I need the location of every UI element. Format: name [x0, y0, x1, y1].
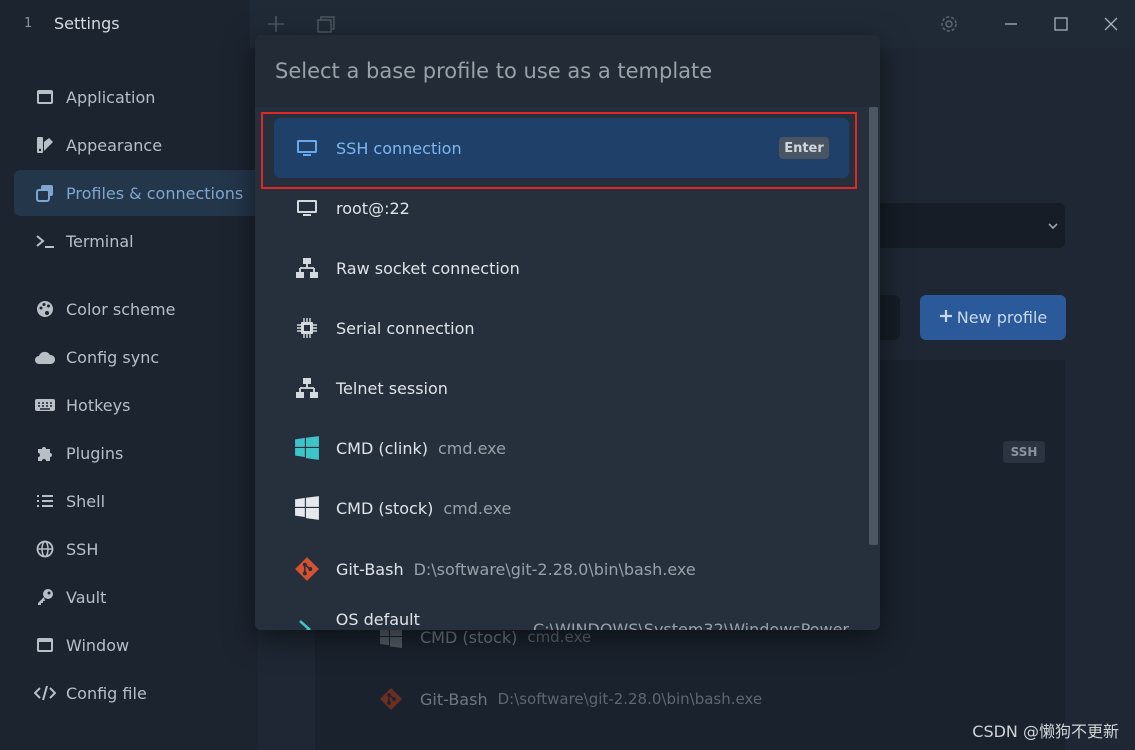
option-label: Serial connection: [336, 318, 475, 338]
chevron-down-icon: [1047, 217, 1059, 236]
option-label: CMD (clink): [336, 438, 428, 458]
tab-settings[interactable]: 1 Settings: [0, 0, 250, 48]
powershell-icon: [294, 616, 320, 630]
keyboard-icon: [34, 394, 56, 416]
option-label: OS default (PowerShell): [335, 610, 436, 630]
option-cmd-stock[interactable]: CMD (stock) cmd.exe: [274, 478, 849, 538]
sidebar-item-label: Application: [66, 87, 156, 107]
picker-header: [255, 35, 880, 107]
sidebar-item-ssh[interactable]: SSH: [14, 526, 258, 572]
sidebar-item-shell[interactable]: Shell: [14, 478, 258, 524]
option-raw-socket[interactable]: Raw socket connection: [274, 238, 849, 298]
option-sub: D:\software\git-2.28.0\bin\bash.exe: [413, 559, 696, 579]
list-item-sub: cmd.exe: [527, 628, 592, 646]
git-icon: [294, 556, 320, 582]
sidebar-item-label: Hotkeys: [66, 395, 131, 415]
option-os-default[interactable]: OS default (PowerShell) C:\WINDOWS\Syste…: [274, 599, 849, 630]
new-profile-label: New profile: [956, 308, 1048, 327]
option-git-bash[interactable]: Git-Bash D:\software\git-2.28.0\bin\bash…: [274, 539, 849, 599]
sidebar-item-appearance[interactable]: Appearance: [14, 122, 258, 168]
network-icon: [294, 375, 320, 401]
option-ssh-connection[interactable]: SSH connection Enter: [274, 118, 849, 178]
network-icon: [294, 255, 320, 281]
template-search-input[interactable]: [275, 56, 865, 86]
monitor-icon: [294, 135, 320, 161]
option-label: Git-Bash: [336, 559, 404, 579]
list-icon: [34, 490, 56, 512]
plus-icon: [939, 308, 953, 327]
code-icon: [34, 682, 56, 704]
maximize-icon[interactable]: [1049, 12, 1073, 36]
sidebar-item-window[interactable]: Window: [14, 622, 258, 668]
scrollbar-thumb[interactable]: [869, 107, 878, 545]
sidebar-item-label: Vault: [66, 587, 107, 607]
option-sub: C:\WINDOWS\System32\WindowsPower: [533, 619, 849, 631]
sidebar-item-hotkeys[interactable]: Hotkeys: [14, 382, 258, 428]
profiles-menu-icon[interactable]: [314, 12, 338, 36]
sidebar-item-label: Shell: [66, 491, 106, 511]
option-telnet[interactable]: Telnet session: [274, 358, 849, 418]
option-root-22[interactable]: root@:22: [274, 178, 849, 238]
git-icon: [378, 686, 404, 712]
terminal-icon: [34, 230, 56, 252]
sidebar-item-label: Config sync: [66, 347, 160, 367]
sidebar-item-profiles[interactable]: Profiles & connections: [14, 170, 258, 216]
watermark: CSDN @懒狗不更新: [972, 722, 1119, 741]
profile-template-picker: SSH connection Enter root@:22 Raw socket…: [255, 35, 880, 630]
monitor-icon: [294, 195, 320, 221]
sidebar-item-config-file[interactable]: Config file: [14, 670, 258, 716]
new-profile-button[interactable]: New profile: [920, 295, 1066, 340]
profile-type-select[interactable]: [870, 203, 1065, 248]
sidebar-item-plugins[interactable]: Plugins: [14, 430, 258, 476]
sidebar-item-label: Window: [66, 635, 130, 655]
option-label: Telnet session: [336, 378, 448, 398]
option-label: Raw socket connection: [336, 258, 520, 278]
option-sub: cmd.exe: [437, 438, 506, 458]
window-icon: [34, 86, 56, 108]
sidebar-item-label: Terminal: [66, 231, 134, 251]
sidebar-item-label: SSH: [66, 539, 99, 559]
chip-icon: [294, 315, 320, 341]
option-label: SSH connection: [336, 138, 462, 158]
sidebar-item-terminal[interactable]: Terminal: [14, 218, 258, 264]
windows-icon: [294, 495, 320, 521]
tab-index: 1: [24, 16, 33, 31]
option-sub: cmd.exe: [443, 498, 512, 518]
cloud-icon: [34, 346, 56, 368]
appearance-icon: [34, 134, 56, 156]
windows-icon: [294, 435, 320, 461]
option-serial[interactable]: Serial connection: [274, 298, 849, 358]
puzzle-icon: [34, 442, 56, 464]
ssh-badge: SSH: [1003, 441, 1045, 463]
palette-icon: [34, 298, 56, 320]
list-item-label: Git-Bash: [420, 689, 488, 709]
gear-icon[interactable]: [937, 12, 961, 36]
sidebar-item-config-sync[interactable]: Config sync: [14, 334, 258, 380]
enter-key-badge: Enter: [779, 137, 829, 159]
sidebar-item-vault[interactable]: Vault: [14, 574, 258, 620]
settings-sidebar: Application Appearance Profiles & connec…: [0, 48, 258, 750]
minimize-icon[interactable]: [999, 12, 1023, 36]
sidebar-item-label: Config file: [66, 683, 147, 703]
profiles-icon: [34, 182, 56, 204]
globe-icon: [34, 538, 56, 560]
new-tab-icon[interactable]: [264, 12, 288, 36]
list-item[interactable]: Git-Bash D:\software\git-2.28.0\bin\bash…: [378, 686, 762, 712]
close-icon[interactable]: [1099, 12, 1123, 36]
list-item-label: CMD (stock): [420, 627, 518, 647]
sidebar-item-label: Plugins: [66, 443, 124, 463]
sidebar-item-label: Color scheme: [66, 299, 176, 319]
option-label: CMD (stock): [336, 498, 434, 518]
sidebar-item-label: Appearance: [66, 135, 163, 155]
sidebar-item-label: Profiles & connections: [66, 183, 244, 203]
option-cmd-clink[interactable]: CMD (clink) cmd.exe: [274, 418, 849, 478]
key-icon: [34, 586, 56, 608]
sidebar-item-application[interactable]: Application: [14, 74, 258, 120]
window-icon: [34, 634, 56, 656]
tab-title: Settings: [54, 14, 120, 33]
option-label: root@:22: [336, 198, 410, 218]
template-list: SSH connection Enter root@:22 Raw socket…: [255, 107, 880, 630]
sidebar-item-color-scheme[interactable]: Color scheme: [14, 286, 258, 332]
list-item-sub: D:\software\git-2.28.0\bin\bash.exe: [497, 690, 763, 708]
